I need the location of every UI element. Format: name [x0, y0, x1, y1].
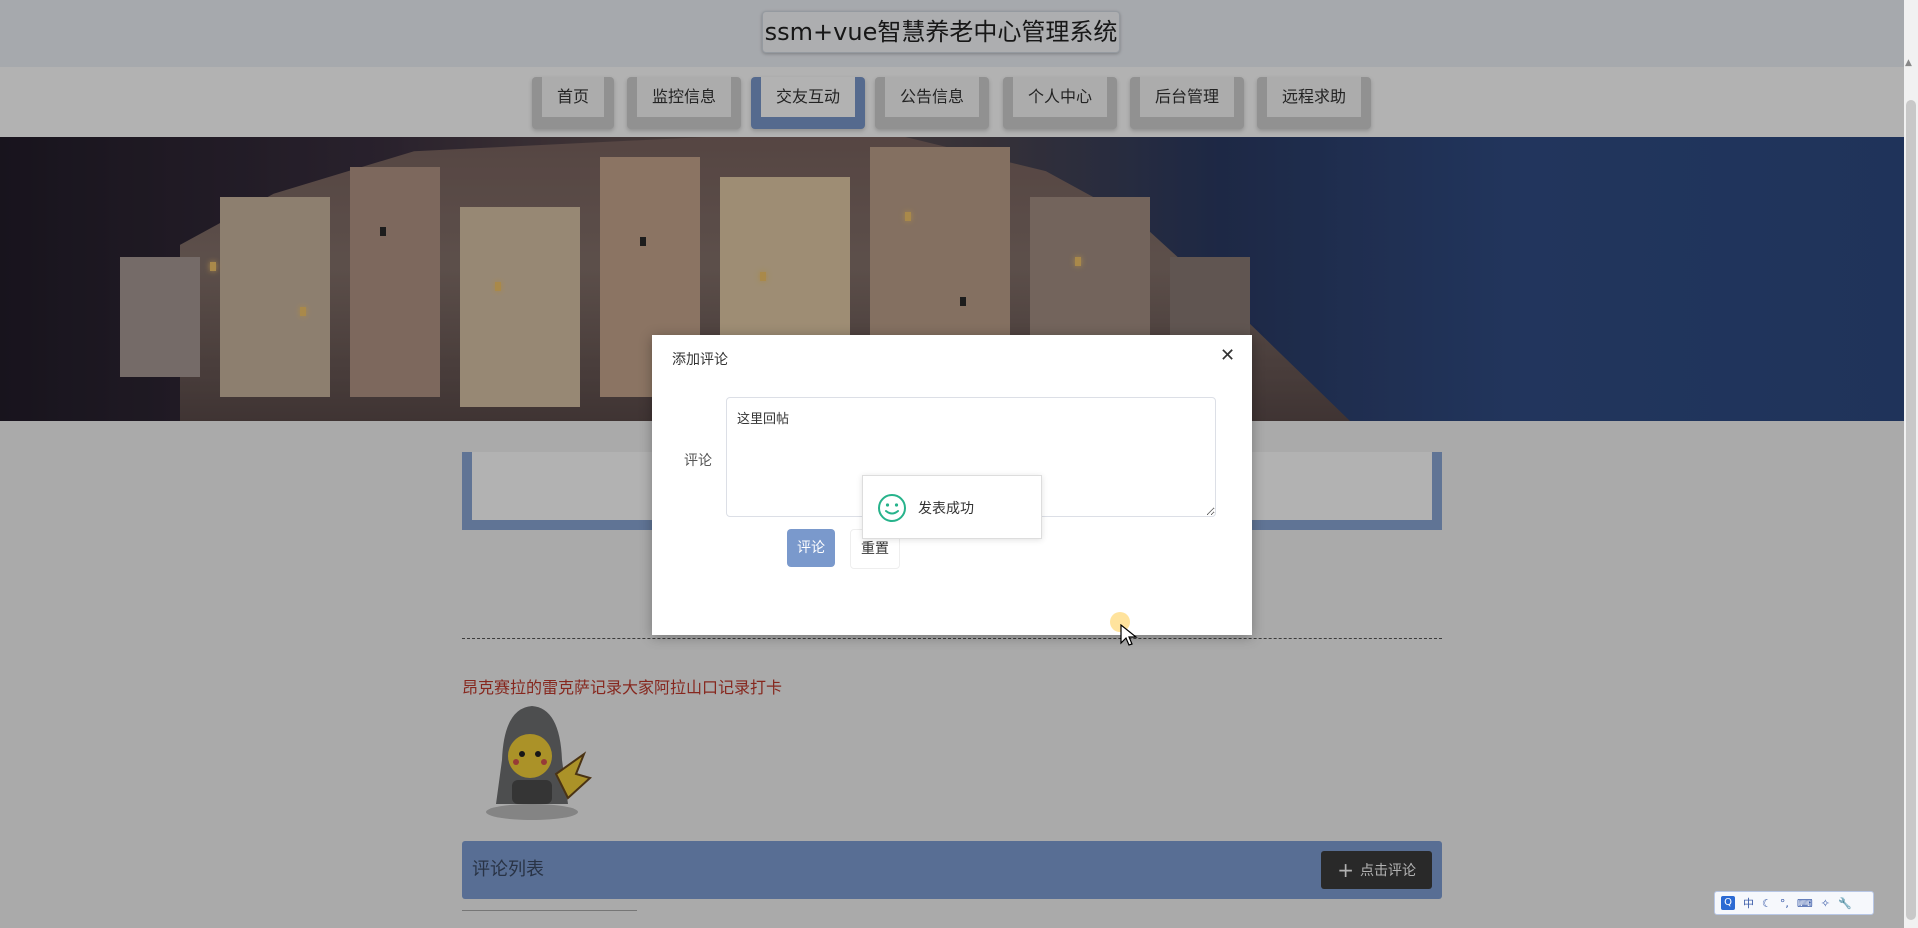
dialog-title: 添加评论: [672, 352, 728, 368]
search-icon[interactable]: Q: [1721, 896, 1735, 910]
tools-icon[interactable]: ✧: [1821, 897, 1830, 910]
moon-icon[interactable]: ☾: [1762, 897, 1772, 910]
toast-message: 发表成功: [918, 501, 974, 517]
ime-mode[interactable]: 中: [1743, 895, 1754, 911]
smile-icon: [878, 494, 906, 522]
close-icon[interactable]: ✕: [1220, 345, 1235, 366]
keyboard-icon[interactable]: ⌨: [1797, 897, 1813, 910]
punctuation-icon[interactable]: °,: [1780, 897, 1789, 910]
mouse-cursor-icon: [1120, 624, 1138, 646]
ime-toolbar[interactable]: Q 中 ☾ °, ⌨ ✧ 🔧: [1714, 891, 1874, 915]
scroll-up-icon[interactable]: ▲: [1905, 58, 1912, 68]
comment-field-label: 评论: [684, 453, 712, 469]
success-toast: 发表成功: [862, 475, 1042, 539]
wrench-icon[interactable]: 🔧: [1838, 897, 1852, 910]
scrollbar-thumb[interactable]: [1906, 100, 1916, 920]
submit-comment-button[interactable]: 评论: [787, 529, 835, 567]
